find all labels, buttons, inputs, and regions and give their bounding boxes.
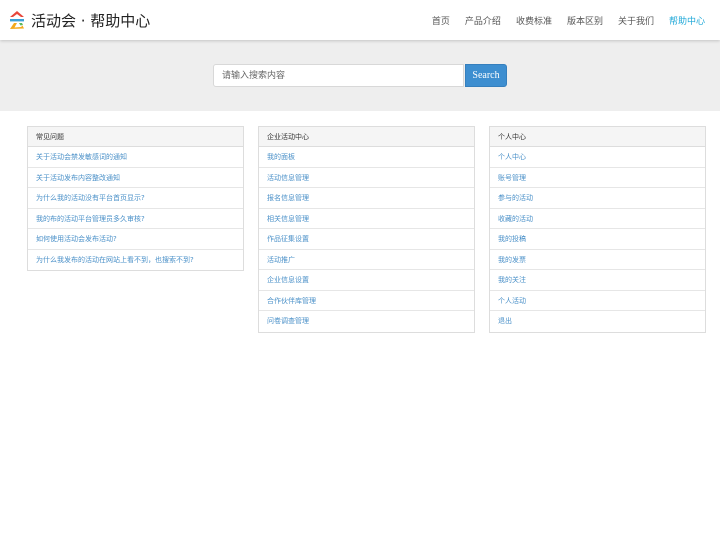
- brand-title: 活动会 · 帮助中心: [31, 11, 151, 30]
- top-header: 活动会 · 帮助中心 首页 产品介绍 收费标准 版本区别 关于我们 帮助中心: [0, 0, 720, 40]
- nav-home[interactable]: 首页: [432, 14, 450, 27]
- search-input[interactable]: [213, 64, 464, 87]
- faq-item[interactable]: 为什么我发布的活动在网站上看不到，也搜索不到?: [28, 250, 243, 271]
- panel-enterprise-center: 企业活动中心 我的面板 活动信息管理 报名信息管理 相关信息管理 作品征集设置 …: [258, 126, 475, 333]
- panel-heading: 常见问题: [28, 127, 243, 147]
- panel-heading: 个人中心: [490, 127, 705, 147]
- enterprise-item[interactable]: 活动推广: [259, 250, 474, 270]
- faq-item[interactable]: 关于活动发布内容整改通知: [28, 168, 243, 188]
- enterprise-item[interactable]: 我的面板: [259, 147, 474, 168]
- panel-personal-center: 个人中心 个人中心 账号管理 参与的活动 收藏的活动 我的投稿 我的发票 我的关…: [489, 126, 706, 333]
- brand[interactable]: 活动会 · 帮助中心: [8, 8, 150, 32]
- enterprise-item[interactable]: 相关信息管理: [259, 209, 474, 229]
- nav-product-intro[interactable]: 产品介绍: [465, 14, 501, 27]
- personal-item[interactable]: 个人中心: [490, 147, 705, 168]
- personal-item[interactable]: 收藏的活动: [490, 209, 705, 229]
- nav-about-us[interactable]: 关于我们: [618, 14, 654, 27]
- personal-item[interactable]: 账号管理: [490, 168, 705, 188]
- personal-item[interactable]: 个人活动: [490, 291, 705, 311]
- enterprise-item[interactable]: 问卷调查管理: [259, 311, 474, 332]
- nav-pricing[interactable]: 收费标准: [516, 14, 552, 27]
- faq-item[interactable]: 为什么我的活动没有平台首页显示?: [28, 188, 243, 209]
- enterprise-item[interactable]: 活动信息管理: [259, 168, 474, 188]
- personal-item[interactable]: 参与的活动: [490, 188, 705, 209]
- panel-heading: 企业活动中心: [259, 127, 474, 147]
- search-band: Search: [0, 40, 720, 111]
- logout-link[interactable]: 退出: [490, 311, 705, 332]
- faq-item[interactable]: 关于活动会禁发敏感词的通知: [28, 147, 243, 168]
- enterprise-item[interactable]: 作品征集设置: [259, 229, 474, 250]
- colorful-stacked-logo-icon: [8, 10, 26, 30]
- nav-version-diff[interactable]: 版本区别: [567, 14, 603, 27]
- personal-item[interactable]: 我的发票: [490, 250, 705, 270]
- enterprise-item[interactable]: 合作伙伴库管理: [259, 291, 474, 311]
- main-nav: 首页 产品介绍 收费标准 版本区别 关于我们 帮助中心: [417, 0, 705, 40]
- enterprise-item[interactable]: 企业信息设置: [259, 270, 474, 291]
- enterprise-item[interactable]: 报名信息管理: [259, 188, 474, 209]
- personal-item[interactable]: 我的关注: [490, 270, 705, 291]
- faq-item[interactable]: 如何使用活动会发布活动?: [28, 229, 243, 250]
- faq-item[interactable]: 我的布的活动平台管理员多久审核?: [28, 209, 243, 229]
- personal-item[interactable]: 我的投稿: [490, 229, 705, 250]
- nav-help-center[interactable]: 帮助中心: [669, 14, 705, 27]
- search-button[interactable]: Search: [465, 64, 507, 87]
- panel-faq: 常见问题 关于活动会禁发敏感词的通知 关于活动发布内容整改通知 为什么我的活动没…: [27, 126, 244, 271]
